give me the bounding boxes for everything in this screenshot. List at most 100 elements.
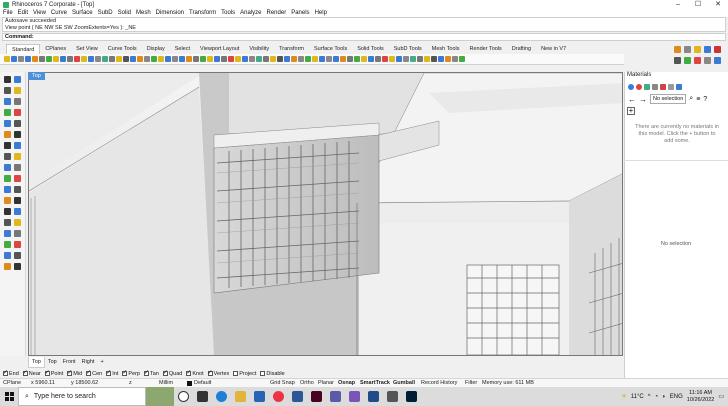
tab-subd-tools[interactable]: SubD Tools <box>389 44 427 54</box>
toolbar-tool-icon[interactable] <box>438 56 444 62</box>
palette-tool-icon[interactable] <box>14 219 21 226</box>
onenote-icon[interactable] <box>349 391 360 402</box>
toolbar-tool-icon[interactable] <box>382 56 388 62</box>
osnap-int[interactable]: Int <box>106 369 118 377</box>
osnap-tan[interactable]: Tan <box>143 369 159 377</box>
tab-set-view[interactable]: Set View <box>71 44 103 54</box>
toolbar-tool-icon[interactable] <box>67 56 73 62</box>
weather-temp[interactable]: 11°C <box>631 394 644 400</box>
toolbar-tool-icon[interactable] <box>130 56 136 62</box>
osnap-checkbox[interactable] <box>233 371 239 376</box>
command-prompt[interactable]: Command: <box>2 33 726 41</box>
osnap-toggle[interactable]: Osnap <box>338 380 360 386</box>
palette-tool-icon[interactable] <box>4 164 11 171</box>
palette-tool-icon[interactable] <box>4 230 11 237</box>
toolbar-tool-icon[interactable] <box>312 56 318 62</box>
texture-icon[interactable] <box>704 57 711 64</box>
palette-tool-icon[interactable] <box>4 263 11 270</box>
palette-tool-icon[interactable] <box>14 142 21 149</box>
toolbar-tool-icon[interactable] <box>53 56 59 62</box>
edge-icon[interactable] <box>216 391 227 402</box>
toolbar-tool-icon[interactable] <box>375 56 381 62</box>
toolbar-tool-icon[interactable] <box>249 56 255 62</box>
osnap-end[interactable]: End <box>3 369 19 377</box>
environment-icon[interactable] <box>694 57 701 64</box>
tab-display[interactable]: Display <box>142 44 170 54</box>
toolbar-tool-icon[interactable] <box>151 56 157 62</box>
properties-icon[interactable] <box>704 46 711 53</box>
toolbar-tool-icon[interactable] <box>354 56 360 62</box>
tab-surface-tools[interactable]: Surface Tools <box>309 44 352 54</box>
menu-curve[interactable]: Curve <box>51 10 67 16</box>
help-icon[interactable] <box>676 84 682 90</box>
toolbar-tool-icon[interactable] <box>340 56 346 62</box>
toolbar-tool-icon[interactable] <box>95 56 101 62</box>
toolbar-tool-icon[interactable] <box>116 56 122 62</box>
menu-transform[interactable]: Transform <box>189 10 216 16</box>
clock[interactable]: 11:16 AM 10/26/2022 <box>687 390 715 404</box>
palette-tool-icon[interactable] <box>4 109 11 116</box>
menu-render[interactable]: Render <box>267 10 287 16</box>
toolbar-tool-icon[interactable] <box>242 56 248 62</box>
osnap-checkbox[interactable] <box>162 369 168 376</box>
menu-tools[interactable]: Tools <box>221 10 235 16</box>
menu-help[interactable]: Help <box>315 10 327 16</box>
toolbar-tool-icon[interactable] <box>158 56 164 62</box>
toolbar-tool-icon[interactable] <box>200 56 206 62</box>
language-indicator[interactable]: ENG <box>670 394 683 400</box>
tab-visibility[interactable]: Visibility <box>244 44 274 54</box>
osnap-checkbox[interactable] <box>44 369 50 376</box>
tab-render-tools[interactable]: Render Tools <box>464 44 506 54</box>
osnap-knot[interactable]: Knot <box>186 369 204 377</box>
palette-tool-icon[interactable] <box>4 175 11 182</box>
toolbar-tool-icon[interactable] <box>396 56 402 62</box>
sun-icon[interactable] <box>714 57 721 64</box>
toolbar-tool-icon[interactable] <box>144 56 150 62</box>
tab-standard[interactable]: Standard <box>6 43 41 55</box>
osnap-checkbox[interactable] <box>86 369 91 376</box>
tab-cplanes[interactable]: CPlanes <box>40 44 71 54</box>
palette-tool-icon[interactable] <box>14 252 21 259</box>
menu-icon[interactable]: ≡ <box>696 96 700 103</box>
ortho-toggle[interactable]: Ortho <box>300 380 318 386</box>
palette-tool-icon[interactable] <box>4 219 11 226</box>
close-button[interactable]: ✕ <box>708 0 728 9</box>
material-icon[interactable] <box>684 57 691 64</box>
tray-chevron-icon[interactable]: ^ <box>648 394 651 400</box>
toolbar-tool-icon[interactable] <box>102 56 108 62</box>
toolbar-tool-icon[interactable] <box>277 56 283 62</box>
osnap-checkbox[interactable] <box>122 369 127 376</box>
grid-snap-toggle[interactable]: Grid Snap <box>270 380 300 386</box>
palette-tool-icon[interactable] <box>14 131 21 138</box>
palette-tool-icon[interactable] <box>4 153 11 160</box>
toolbar-tool-icon[interactable] <box>165 56 171 62</box>
palette-tool-icon[interactable] <box>4 197 11 204</box>
osnap-checkbox[interactable] <box>22 369 28 376</box>
palette-tool-icon[interactable] <box>4 208 11 215</box>
palette-tool-icon[interactable] <box>4 252 11 259</box>
forward-arrow-icon[interactable]: → <box>639 95 647 104</box>
tab-viewport-layout[interactable]: Viewport Layout <box>195 44 244 54</box>
toolbar-tool-icon[interactable] <box>417 56 423 62</box>
viewport-label[interactable]: Top <box>28 72 45 80</box>
menu-dimension[interactable]: Dimension <box>156 10 184 16</box>
network-icon[interactable]: ◔ <box>655 394 659 400</box>
osnap-checkbox[interactable] <box>143 369 149 376</box>
menu-subd[interactable]: SubD <box>98 10 113 16</box>
rhino-taskbar-icon[interactable] <box>368 391 379 402</box>
toolbar-tool-icon[interactable] <box>18 56 24 62</box>
minimize-button[interactable]: – <box>668 0 688 9</box>
palette-tool-icon[interactable] <box>14 175 21 182</box>
osnap-checkbox[interactable] <box>186 369 191 376</box>
palette-tool-icon[interactable] <box>14 153 21 160</box>
toolbar-tool-icon[interactable] <box>172 56 178 62</box>
toolbar-tool-icon[interactable] <box>88 56 94 62</box>
view-tab-front[interactable]: Front <box>60 357 79 367</box>
menu-edit[interactable]: Edit <box>18 10 28 16</box>
toolbar-tool-icon[interactable] <box>11 56 17 62</box>
toolbar-tool-icon[interactable] <box>221 56 227 62</box>
toolbar-tool-icon[interactable] <box>368 56 374 62</box>
toolbar-tool-icon[interactable] <box>214 56 220 62</box>
palette-tool-icon[interactable] <box>14 98 21 105</box>
toolbar-tool-icon[interactable] <box>32 56 38 62</box>
